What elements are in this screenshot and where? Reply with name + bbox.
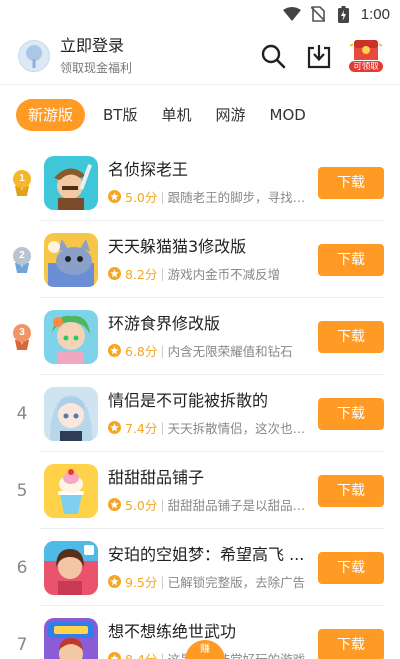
game-score: 6.8分 — [125, 344, 158, 359]
star-icon — [108, 344, 121, 357]
game-score: 8.2分 — [125, 267, 158, 282]
star-icon — [108, 267, 121, 280]
game-icon[interactable] — [44, 463, 98, 518]
star-icon — [108, 190, 121, 203]
tab-new-games[interactable]: 新游版 — [16, 99, 86, 131]
rank-medal-bronze: 3 — [0, 323, 44, 350]
login-title[interactable]: 立即登录 — [60, 36, 244, 56]
login-subtitle: 领取现金福利 — [60, 61, 133, 75]
list-item[interactable]: 6 安珀的空姐梦：希望高飞 ... 9.5分 | 已解锁完整版，去除广告 下载 — [0, 529, 400, 606]
star-icon — [108, 652, 121, 659]
game-name[interactable]: 名侦探老王 — [108, 159, 308, 181]
game-meta: 7.4分 | 天天拆散情侣，这次也不例外 — [108, 418, 308, 437]
game-name[interactable]: 天天躲猫猫3修改版 — [108, 236, 308, 258]
rank-number: 7 — [16, 634, 28, 655]
download-button[interactable]: 下载 — [318, 474, 384, 507]
app-header: 立即登录 领取现金福利 可领取 — [0, 28, 400, 84]
list-item[interactable]: 4 情侣是不可能被拆散的 7.4分 | 天天拆散情侣，这次也不例外 下载 — [0, 375, 400, 452]
gift-reward-icon[interactable]: 可领取 — [346, 38, 386, 74]
wifi-icon — [282, 5, 301, 23]
game-icon[interactable] — [44, 232, 98, 287]
search-icon[interactable] — [256, 39, 290, 73]
gift-badge: 可领取 — [348, 60, 384, 73]
game-name[interactable]: 安珀的空姐梦：希望高飞 ... — [108, 544, 308, 566]
game-meta: 5.0分 | 跟随老王的脚步，寻找真相 — [108, 187, 308, 206]
download-button[interactable]: 下载 — [318, 166, 384, 199]
game-meta: 5.0分 | 甜甜甜品铺子是以甜品为主题 — [108, 495, 308, 514]
avatar[interactable] — [18, 40, 50, 72]
star-icon — [108, 575, 121, 588]
game-meta: 6.8分 | 内含无限荣耀值和钻石 — [108, 341, 308, 360]
list-item[interactable]: 3 环游食界修改版 6.8分 | 内含无限荣耀值和钻石 下载 — [0, 298, 400, 375]
game-meta: 8.2分 | 游戏内金币不减反增 — [108, 264, 308, 283]
star-icon — [108, 421, 121, 434]
game-desc: 游戏内金币不减反增 — [167, 267, 281, 282]
list-item[interactable]: 1 名侦探老王 5.0分 | 跟随老王的脚步，寻找真相 下载 — [0, 144, 400, 221]
game-icon[interactable] — [44, 540, 98, 595]
tab-mod[interactable]: MOD — [258, 99, 318, 131]
status-time: 1:00 — [360, 5, 390, 23]
login-prompt[interactable]: 立即登录 领取现金福利 — [60, 36, 244, 76]
game-icon[interactable] — [44, 309, 98, 364]
game-name[interactable]: 甜甜甜品铺子 — [108, 467, 308, 489]
list-item[interactable]: 2 天天躲猫猫3修改版 8.2分 | 游戏内金币不减反增 下载 — [0, 221, 400, 298]
game-desc: 已解锁完整版，去除广告 — [167, 575, 306, 590]
game-score: 5.0分 — [125, 498, 158, 513]
rank-medal-gold: 1 — [0, 169, 44, 196]
game-score: 8.4分 — [125, 649, 157, 659]
category-tabs: 新游版 BT版 单机 网游 MOD — [0, 85, 400, 145]
tab-bt[interactable]: BT版 — [91, 99, 149, 131]
game-name[interactable]: 环游食界修改版 — [108, 313, 308, 335]
list-item[interactable]: 5 甜甜甜品铺子 5.0分 | 甜甜甜品铺子是以甜品为主题 下载 — [0, 452, 400, 529]
tab-single-player[interactable]: 单机 — [149, 99, 203, 131]
rank-number: 4 — [16, 403, 28, 424]
game-desc: 甜甜甜品铺子是以甜品为主题 — [167, 498, 308, 513]
game-list: 1 名侦探老王 5.0分 | 跟随老王的脚步，寻找真相 下载 2 天天躲猫猫3修… — [0, 144, 400, 659]
rank-medal-silver: 2 — [0, 246, 44, 273]
battery-charging-icon — [335, 5, 353, 23]
game-icon[interactable] — [44, 617, 98, 659]
no-sim-icon — [309, 5, 327, 23]
game-score: 7.4分 — [125, 421, 158, 436]
game-name[interactable]: 情侣是不可能被拆散的 — [108, 390, 308, 412]
game-score: 9.5分 — [125, 575, 158, 590]
game-icon[interactable] — [44, 386, 98, 441]
star-icon — [108, 498, 121, 511]
status-bar: 1:00 — [0, 0, 400, 28]
download-button[interactable]: 下载 — [318, 397, 384, 430]
download-button[interactable]: 下载 — [318, 243, 384, 276]
download-button[interactable]: 下载 — [318, 628, 384, 659]
download-button[interactable]: 下载 — [318, 551, 384, 584]
rank-number: 6 — [16, 557, 28, 578]
tab-online[interactable]: 网游 — [204, 99, 258, 131]
download-button[interactable]: 下载 — [318, 320, 384, 353]
game-meta: 9.5分 | 已解锁完整版，去除广告 — [108, 572, 308, 591]
game-desc: 内含无限荣耀值和钻石 — [167, 344, 293, 359]
game-desc: 天天拆散情侣，这次也不例外 — [167, 421, 308, 436]
rank-number: 5 — [16, 480, 28, 501]
game-icon[interactable] — [44, 155, 98, 210]
download-manager-icon[interactable] — [302, 39, 336, 73]
game-score: 5.0分 — [125, 190, 158, 205]
game-desc: 跟随老王的脚步，寻找真相 — [167, 190, 308, 205]
